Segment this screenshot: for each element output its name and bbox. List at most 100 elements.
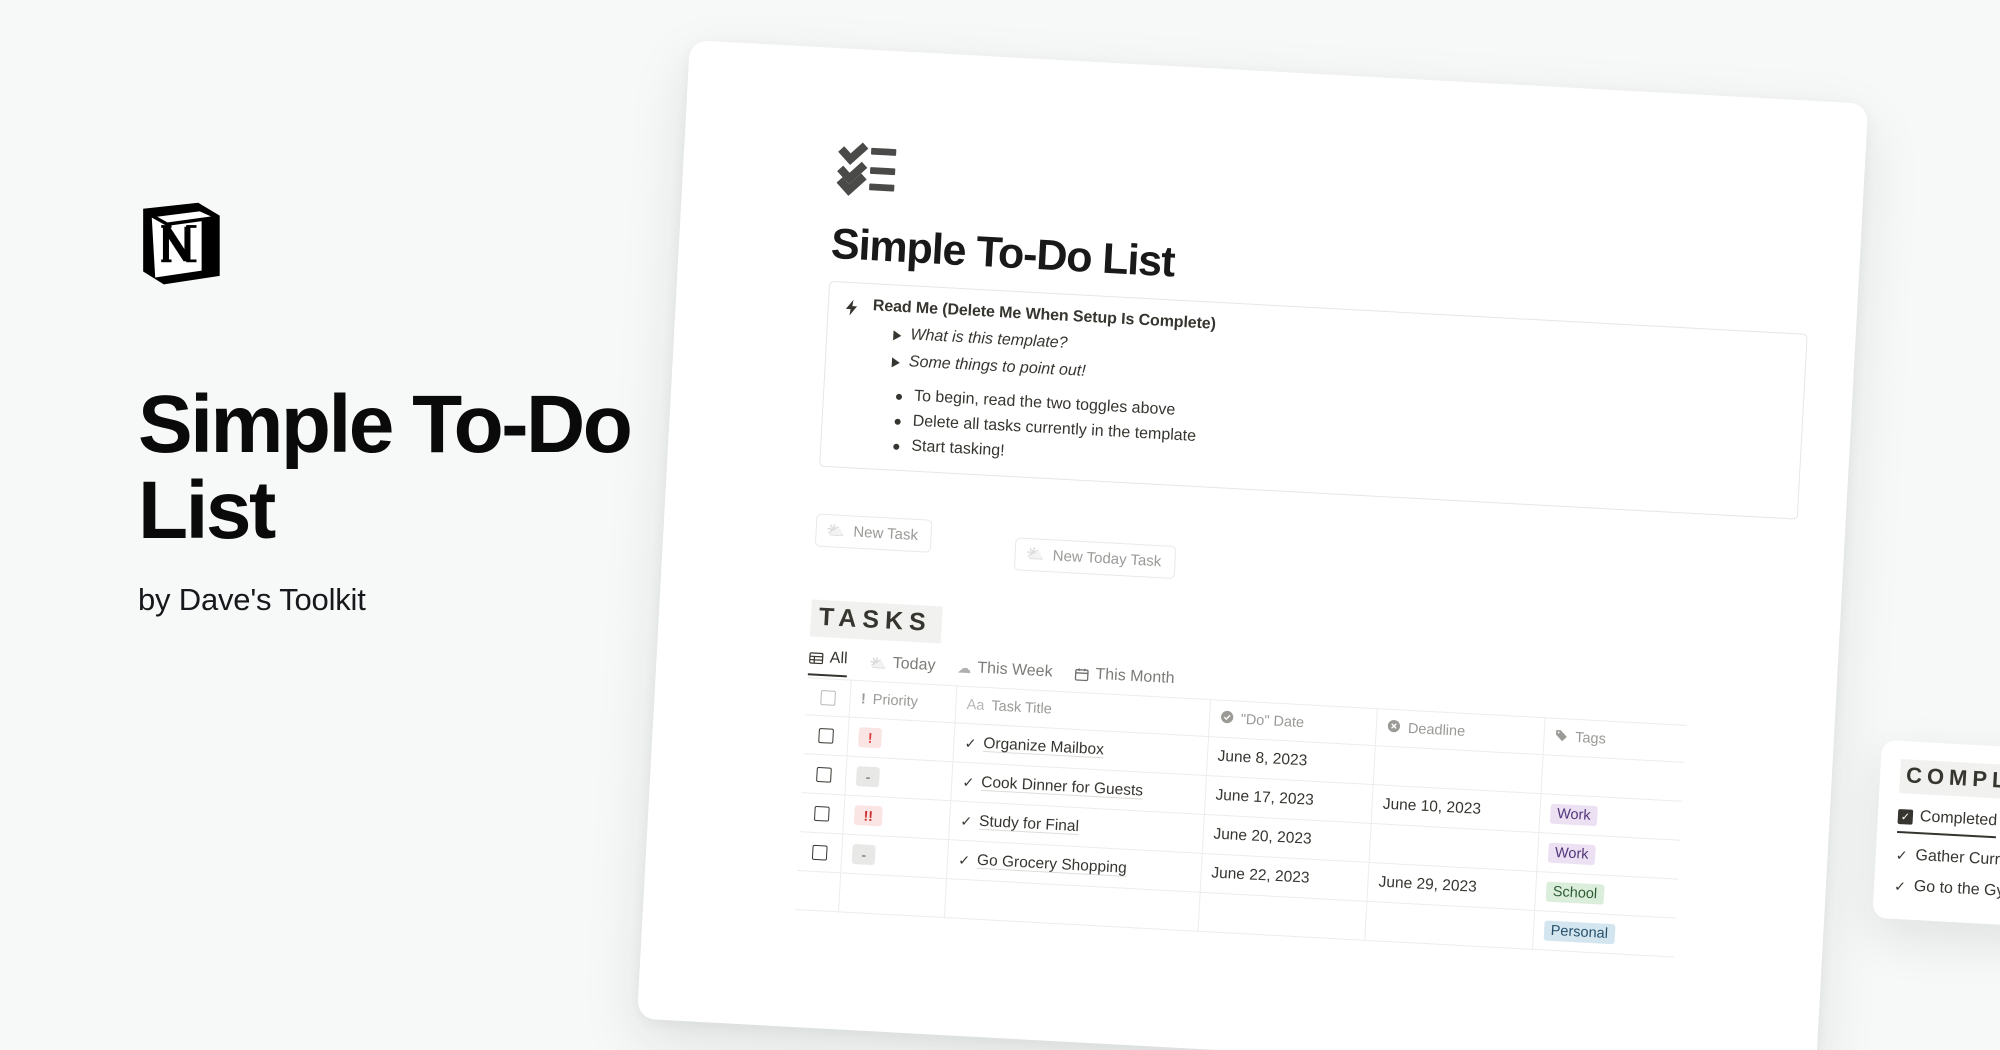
row-tags-cell[interactable]: School [1535, 872, 1678, 918]
column-tags[interactable]: Tags [1543, 718, 1686, 762]
row-checkbox-cell[interactable] [795, 871, 842, 912]
tab-all[interactable]: All [807, 648, 849, 678]
tab-today-label: Today [892, 654, 936, 675]
column-priority-label: Priority [872, 691, 919, 711]
notion-logo-icon [138, 200, 224, 288]
row-priority-cell[interactable]: - [841, 834, 950, 879]
status-badge: ! [858, 727, 883, 749]
deadline-value: June 10, 2023 [1382, 795, 1482, 818]
row-priority-cell[interactable] [839, 873, 948, 918]
author-byline: by Dave's Toolkit [138, 582, 366, 617]
row-tags-cell[interactable]: Work [1537, 833, 1680, 879]
row-tags-cell[interactable]: Work [1539, 794, 1682, 840]
column-select-all[interactable] [805, 678, 852, 717]
row-checkbox-cell[interactable] [801, 754, 848, 795]
tab-this-month-label: This Month [1095, 665, 1175, 688]
checked-box-icon: ✓ [1897, 808, 1914, 825]
notion-document: Simple To-Do List Read Me (Delete Me Whe… [637, 40, 1869, 1050]
tab-this-week[interactable]: ☁ This Week [957, 658, 1053, 688]
deadline-value: June 29, 2023 [1378, 873, 1478, 896]
check-circle-icon [1219, 710, 1234, 729]
status-badge: - [852, 843, 876, 866]
sun-behind-cloud-icon: ⛅ [1025, 545, 1046, 564]
tab-completed[interactable]: ✓ Completed [1896, 806, 1998, 839]
check-icon: ✓ [960, 812, 973, 829]
task-title[interactable]: Cook Dinner for Guests [981, 774, 1144, 801]
checkbox-icon[interactable] [818, 727, 835, 744]
tasks-database-title: TASKS [809, 599, 943, 644]
check-icon: ✓ [957, 851, 971, 868]
row-checkbox-cell[interactable] [797, 832, 844, 873]
page-title: Simple To-Do List [138, 379, 633, 557]
completed-task-title: Gather Curriculum [1915, 846, 2000, 872]
new-task-button-label: New Task [852, 523, 919, 545]
do-date-value: June 22, 2023 [1210, 864, 1310, 887]
row-checkbox-cell[interactable] [799, 793, 846, 834]
list-item[interactable]: ✓ Gather Curriculum [1895, 846, 2000, 879]
cloud-icon: ☁ [956, 658, 972, 676]
toggle-label: Some things to point out! [908, 353, 1087, 380]
table-view-icon [808, 650, 824, 666]
completed-database-title: COMPLETED [1899, 759, 2000, 804]
row-tags-cell[interactable]: Personal [1533, 911, 1676, 957]
row-tags-cell[interactable] [1541, 755, 1684, 801]
status-badge: - [856, 766, 880, 788]
row-priority-cell[interactable]: ! [847, 717, 956, 762]
toggle-label: What is this template? [909, 326, 1069, 352]
new-task-button[interactable]: ⛅ New Task [814, 513, 933, 553]
row-priority-cell[interactable]: - [845, 756, 954, 801]
sun-behind-cloud-icon: ⛅ [868, 654, 888, 672]
row-priority-cell[interactable]: !! [843, 795, 952, 840]
tab-today[interactable]: ⛅ Today [869, 654, 936, 683]
new-today-task-button-label: New Today Task [1052, 547, 1162, 571]
triangle-right-icon[interactable] [893, 330, 902, 341]
list-item[interactable]: ✓ Go to the Gym [1894, 877, 2000, 910]
column-tags-label: Tags [1574, 729, 1607, 748]
readme-callout: Read Me (Delete Me When Setup Is Complet… [819, 280, 1808, 520]
check-icon: ✓ [1893, 877, 1907, 894]
check-icon: ✓ [962, 773, 975, 790]
checkbox-icon[interactable] [816, 766, 833, 783]
notion-page-preview: Simple To-Do List Read Me (Delete Me Whe… [637, 40, 2000, 1050]
row-deadline-cell[interactable] [1365, 901, 1535, 949]
triangle-right-icon[interactable] [891, 357, 901, 368]
checkbox-icon[interactable] [812, 844, 828, 861]
do-date-value: June 20, 2023 [1212, 825, 1313, 848]
tag-badge: School [1545, 881, 1605, 905]
column-do-date-label: "Do" Date [1240, 711, 1305, 732]
tasks-table: ! Priority Aa Task Title "Do" Date Deadl… [795, 677, 1687, 958]
promo-screenshot: Simple To-Do List by Dave's Toolkit Simp [0, 0, 2000, 1050]
lightning-bolt-icon [835, 296, 862, 453]
column-priority[interactable]: ! Priority [849, 680, 958, 723]
tag-badge: Work [1549, 803, 1599, 827]
task-title[interactable]: Organize Mailbox [983, 735, 1104, 759]
do-date-value: June 8, 2023 [1217, 747, 1308, 770]
status-badge: !! [854, 805, 883, 827]
exclamation-icon: ! [860, 691, 867, 708]
tab-completed-label: Completed [1919, 808, 1998, 830]
do-date-value: June 17, 2023 [1215, 786, 1315, 809]
checkbox-icon[interactable] [820, 689, 837, 706]
checkbox-icon[interactable] [814, 805, 830, 822]
check-icon: ✓ [1895, 846, 1908, 864]
tab-this-month[interactable]: This Month [1074, 665, 1175, 695]
calendar-icon [1074, 666, 1090, 682]
button-row: ⛅ New Task ⛅ New Today Task [814, 501, 1844, 616]
task-title[interactable]: Go Grocery Shopping [977, 852, 1128, 878]
column-deadline-label: Deadline [1407, 720, 1466, 740]
x-circle-icon [1386, 719, 1401, 738]
bullet-dot-icon [895, 393, 903, 400]
title-aa-icon: Aa [966, 696, 985, 714]
row-do-date-cell[interactable] [1198, 892, 1368, 940]
task-title[interactable]: Study for Final [979, 813, 1080, 836]
tag-icon [1554, 728, 1569, 747]
tab-all-label: All [829, 649, 849, 668]
completed-task-title: Go to the Gym [1913, 877, 2000, 901]
check-icon: ✓ [964, 734, 977, 752]
new-today-task-button[interactable]: ⛅ New Today Task [1014, 537, 1177, 579]
column-task-title-label: Task Title [990, 698, 1053, 718]
tag-badge: Work [1547, 842, 1597, 866]
checklist-icon [834, 140, 899, 201]
row-checkbox-cell[interactable] [803, 715, 850, 756]
tag-badge: Personal [1543, 920, 1616, 945]
